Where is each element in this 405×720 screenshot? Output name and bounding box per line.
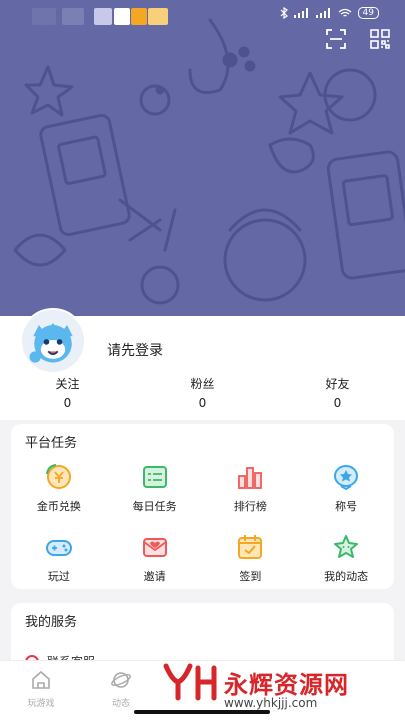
bluetooth-icon bbox=[280, 7, 288, 19]
watermark-logo-icon bbox=[163, 663, 217, 701]
battery-icon: 49 bbox=[357, 7, 379, 19]
task-label: 金币兑换 bbox=[36, 500, 81, 513]
profile-stats: 关注 0 粉丝 0 好友 0 bbox=[0, 375, 405, 410]
tab-play-games[interactable]: 玩游戏 bbox=[16, 669, 66, 709]
status-icons: 49 bbox=[280, 7, 379, 19]
wifi-icon bbox=[338, 8, 351, 17]
blurred-block bbox=[114, 8, 130, 25]
checkin-calendar-icon bbox=[238, 535, 263, 559]
signal-icon bbox=[315, 8, 330, 18]
qr-code-icon[interactable] bbox=[369, 28, 391, 50]
task-label: 称号 bbox=[335, 500, 358, 513]
mascot-avatar-icon bbox=[22, 310, 84, 372]
invite-envelope-icon bbox=[142, 538, 167, 557]
daily-task-icon bbox=[142, 466, 167, 488]
home-indicator bbox=[134, 710, 270, 714]
blurred-block bbox=[131, 8, 147, 25]
task-label: 邀请 bbox=[143, 570, 166, 583]
watermark-url: www.yhkjjj.com bbox=[224, 696, 318, 710]
blurred-block bbox=[148, 8, 168, 25]
stat-fans[interactable]: 粉丝 0 bbox=[135, 375, 270, 410]
task-label: 玩过 bbox=[47, 570, 70, 583]
blurred-block bbox=[94, 8, 112, 25]
stat-value: 0 bbox=[198, 396, 207, 410]
task-ranking[interactable]: 排行榜 bbox=[203, 462, 299, 514]
task-grid: 金币兑换 每日任务 排行榜 称号 玩过 邀请 签到 我的动态 bbox=[11, 462, 394, 584]
planet-icon bbox=[111, 672, 131, 688]
stat-value: 0 bbox=[333, 396, 342, 410]
stat-label: 好友 bbox=[325, 377, 350, 391]
task-label: 排行榜 bbox=[233, 500, 267, 513]
ranking-icon bbox=[238, 467, 263, 489]
gamepad-icon bbox=[45, 540, 72, 556]
stat-label: 粉丝 bbox=[190, 377, 215, 391]
tab-label: 动态 bbox=[111, 699, 130, 709]
top-actions bbox=[325, 28, 391, 50]
avatar[interactable] bbox=[20, 308, 86, 374]
task-label: 每日任务 bbox=[132, 500, 177, 513]
stat-following[interactable]: 关注 0 bbox=[0, 375, 135, 410]
tab-activity[interactable]: 动态 bbox=[96, 669, 146, 709]
watermark: 永辉资源网 www.yhkjjj.com bbox=[162, 662, 382, 710]
stat-value: 0 bbox=[63, 396, 72, 410]
task-coin-exchange[interactable]: 金币兑换 bbox=[11, 462, 107, 514]
task-daily[interactable]: 每日任务 bbox=[107, 462, 203, 514]
scan-icon[interactable] bbox=[325, 28, 347, 50]
title-badge-icon bbox=[334, 465, 359, 491]
platform-tasks-card: 平台任务 金币兑换 每日任务 排行榜 称号 玩过 邀请 签到 我的动态 bbox=[11, 424, 394, 589]
task-checkin[interactable]: 签到 bbox=[203, 532, 299, 584]
blurred-block bbox=[32, 8, 56, 25]
stat-label: 关注 bbox=[55, 377, 80, 391]
card-title: 平台任务 bbox=[25, 436, 78, 451]
task-label: 我的动态 bbox=[324, 570, 369, 583]
tab-label: 玩游戏 bbox=[27, 699, 55, 709]
watermark-text: 永辉资源网 bbox=[224, 670, 349, 699]
task-title-badge[interactable]: 称号 bbox=[298, 462, 394, 514]
task-played[interactable]: 玩过 bbox=[11, 532, 107, 584]
star-bubble-icon bbox=[334, 535, 359, 558]
home-icon bbox=[32, 670, 50, 689]
signal-icon bbox=[293, 8, 308, 18]
login-prompt[interactable]: 请先登录 bbox=[107, 340, 163, 360]
stat-friends[interactable]: 好友 0 bbox=[270, 375, 405, 410]
blurred-block bbox=[62, 8, 84, 25]
task-label: 签到 bbox=[239, 570, 262, 583]
card-title: 我的服务 bbox=[25, 615, 78, 630]
task-invite[interactable]: 邀请 bbox=[107, 532, 203, 584]
task-my-activity[interactable]: 我的动态 bbox=[298, 532, 394, 584]
coin-exchange-icon bbox=[45, 464, 71, 489]
